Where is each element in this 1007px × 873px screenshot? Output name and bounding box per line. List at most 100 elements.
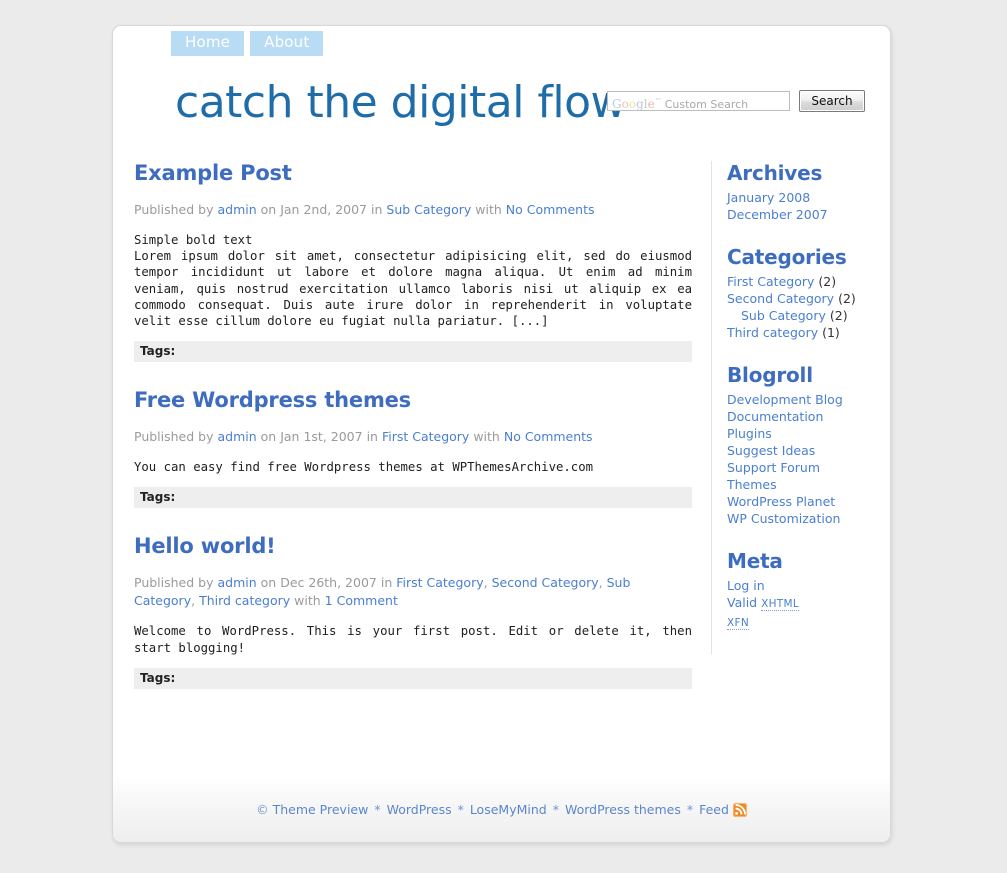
post-category-link[interactable]: First Category <box>382 429 469 444</box>
search-input-wrapper[interactable]: Google™ Custom Search <box>607 91 790 111</box>
list-item: January 2008 <box>727 189 890 206</box>
sidebar-item-second-category[interactable]: Second Category <box>727 291 834 306</box>
post-tags-bar: Tags: <box>134 487 692 509</box>
sidebar: Archives January 2008 December 2007 Cate… <box>711 161 890 654</box>
post-title[interactable]: Hello world! <box>134 534 692 558</box>
footer-separator: * <box>457 802 464 817</box>
sidebar-item-third-category[interactable]: Third category <box>727 325 818 340</box>
published-by-label: Published by <box>134 202 214 217</box>
post-excerpt-text: Welcome to WordPress. This is your first… <box>134 624 692 655</box>
with-label: with <box>294 593 321 609</box>
post-category-link[interactable]: First Category <box>396 575 483 590</box>
post-lead-text: Simple bold text <box>134 233 253 247</box>
post-tags-bar: Tags: <box>134 667 692 689</box>
on-label: on <box>260 575 277 591</box>
main-content: Example Post Published by admin on Jan 2… <box>134 161 692 689</box>
sidebar-item-suggest-ideas[interactable]: Suggest Ideas <box>727 443 815 458</box>
sidebar-item-wp-customization[interactable]: WP Customization <box>727 511 840 526</box>
footer-link-theme-preview[interactable]: Theme Preview <box>273 802 369 817</box>
post-category-link[interactable]: Sub Category <box>386 202 471 217</box>
sidebar-item-january-2008[interactable]: January 2008 <box>727 190 810 205</box>
footer-separator: * <box>686 802 694 817</box>
post-free-wordpress-themes: Free Wordpress themes Published by admin… <box>134 388 692 509</box>
list-item: Log in <box>727 577 890 594</box>
category-count: (2) <box>829 308 848 323</box>
sidebar-item-themes[interactable]: Themes <box>727 477 777 492</box>
post-comments-link[interactable]: No Comments <box>504 429 593 444</box>
xfn-abbr: XFN <box>727 617 749 630</box>
post-comments-link[interactable]: No Comments <box>506 202 595 217</box>
with-label: with <box>473 429 500 445</box>
in-label: in <box>366 429 378 445</box>
post-category-link[interactable]: Second Category <box>492 575 599 590</box>
in-label: in <box>371 202 383 217</box>
post-body: Simple bold text Lorem ipsum dolor sit am… <box>134 232 692 329</box>
list-item: Support Forum <box>727 459 890 476</box>
footer-separator: * <box>552 802 559 817</box>
list-item: Plugins <box>727 425 890 442</box>
sidebar-list-archives: January 2008 December 2007 <box>727 189 890 223</box>
post-tags-bar: Tags: <box>134 341 692 363</box>
list-item: Themes <box>727 476 890 493</box>
post-author-link[interactable]: admin <box>217 202 256 217</box>
sidebar-item-documentation[interactable]: Documentation <box>727 409 823 424</box>
footer-link-wordpress-themes[interactable]: WordPress themes <box>565 802 681 817</box>
category-count: (1) <box>822 325 840 340</box>
sidebar-list-categories: First Category (2) Second Category (2) S… <box>727 273 890 341</box>
search-form: Google™ Custom Search Search <box>607 90 865 112</box>
site-title[interactable]: catch the digital flow <box>175 77 627 128</box>
published-by-label: Published by <box>134 575 214 591</box>
list-item: Third category (1) <box>727 324 890 341</box>
sidebar-item-xfn[interactable]: XFN <box>727 614 749 630</box>
sidebar-heading-meta: Meta <box>727 549 783 573</box>
list-item: Second Category (2) <box>727 290 890 307</box>
list-item: XFN <box>727 613 890 632</box>
category-count: (2) <box>838 291 856 306</box>
xhtml-abbr: XHTML <box>761 598 800 611</box>
list-item: Documentation <box>727 408 890 425</box>
sidebar-item-first-category[interactable]: First Category <box>727 274 814 289</box>
search-button[interactable]: Search <box>799 90 865 112</box>
post-author-link[interactable]: admin <box>217 575 256 590</box>
search-input[interactable] <box>608 92 789 110</box>
sidebar-heading-archives: Archives <box>727 161 823 185</box>
on-label: on <box>260 202 277 217</box>
post-date: Dec 26th, 2007 <box>280 575 377 591</box>
footer-link-wordpress[interactable]: WordPress <box>387 802 452 817</box>
sidebar-item-plugins[interactable]: Plugins <box>727 426 772 441</box>
post-comments-link[interactable]: 1 Comment <box>325 593 398 608</box>
sidebar-item-support-forum[interactable]: Support Forum <box>727 460 820 475</box>
rss-icon[interactable] <box>732 803 747 817</box>
post-body: You can easy find free Wordpress themes … <box>134 459 692 475</box>
site-header: catch the digital flow Google™ Custom Sea… <box>113 26 890 161</box>
list-item: Development Blog <box>727 391 890 408</box>
sidebar-heading-blogroll: Blogroll <box>727 363 813 387</box>
list-item: Suggest Ideas <box>727 442 890 459</box>
page-container: Home About catch the digital flow Google… <box>112 25 891 843</box>
sidebar-item-december-2007[interactable]: December 2007 <box>727 207 828 222</box>
sidebar-list-meta: Log in Valid XHTML XFN <box>727 577 890 632</box>
valid-label: Valid <box>727 595 758 610</box>
post-meta: Published by admin on Jan 2nd, 2007 in S… <box>134 201 692 219</box>
list-item: Valid XHTML <box>727 594 890 613</box>
footer-link-feed[interactable]: Feed <box>699 802 729 817</box>
list-item: Sub Category (2) <box>727 307 890 324</box>
sidebar-item-development-blog[interactable]: Development Blog <box>727 392 843 407</box>
sidebar-item-valid-xhtml[interactable]: Valid XHTML <box>727 595 800 611</box>
post-body: Welcome to WordPress. This is your first… <box>134 623 692 655</box>
copyright-symbol: © <box>256 802 269 817</box>
sidebar-item-sub-category[interactable]: Sub Category <box>741 308 826 323</box>
post-title[interactable]: Free Wordpress themes <box>134 388 692 412</box>
sidebar-item-wordpress-planet[interactable]: WordPress Planet <box>727 494 835 509</box>
site-footer: © Theme Preview * WordPress * LoseMyMind… <box>113 776 890 842</box>
footer-link-losemymind[interactable]: LoseMyMind <box>470 802 547 817</box>
post-excerpt-text: Lorem ipsum dolor sit amet, consectetur … <box>134 249 692 329</box>
post-title[interactable]: Example Post <box>134 161 692 185</box>
sidebar-heading-categories: Categories <box>727 245 847 269</box>
post-category-link[interactable]: Third category <box>199 593 290 608</box>
post-author-link[interactable]: admin <box>217 429 256 444</box>
sidebar-item-log-in[interactable]: Log in <box>727 578 765 593</box>
footer-links: © Theme Preview * WordPress * LoseMyMind… <box>113 776 890 817</box>
post-meta: Published by admin on Jan 1st, 2007 in F… <box>134 428 692 446</box>
list-item: December 2007 <box>727 206 890 223</box>
